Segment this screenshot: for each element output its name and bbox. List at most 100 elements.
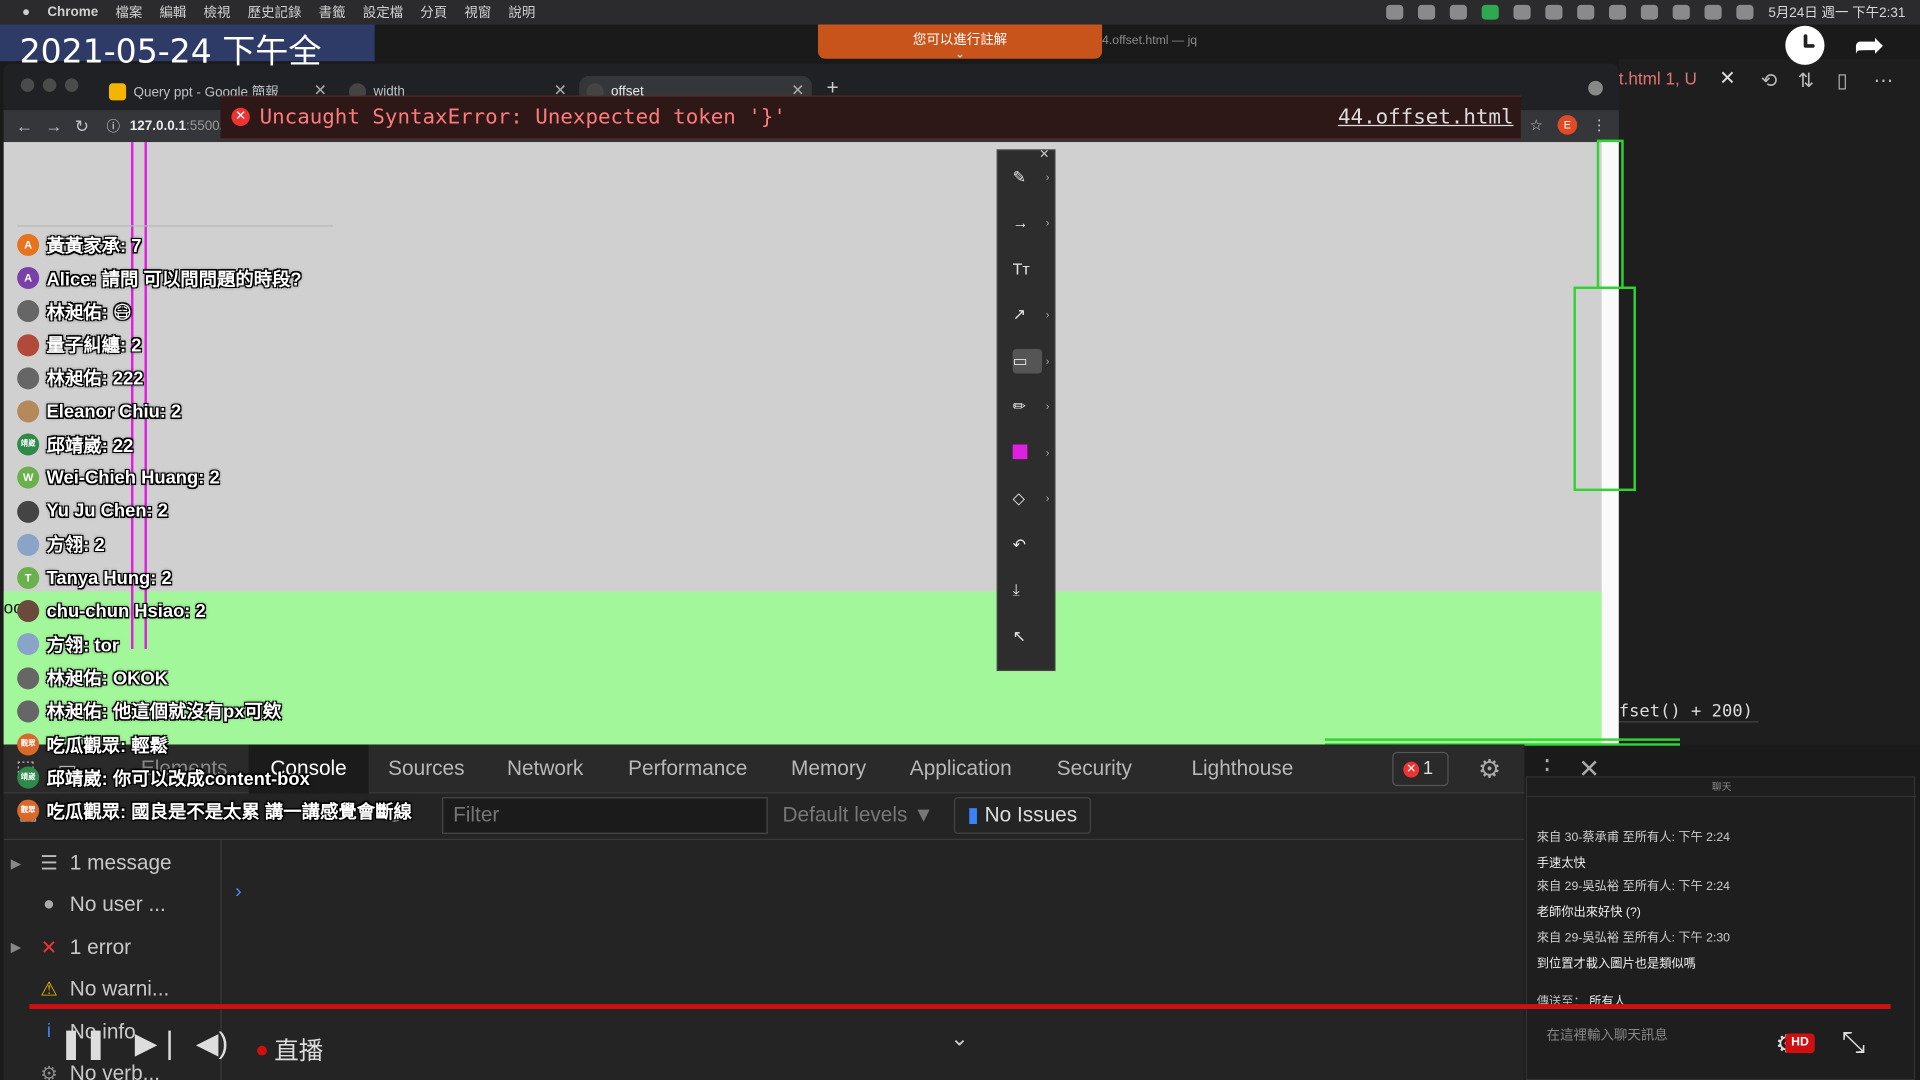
- tab-lighthouse[interactable]: Lighthouse: [1191, 757, 1293, 781]
- tab-memory[interactable]: Memory: [791, 757, 866, 781]
- chat-overlay-item: 方翎: tor: [17, 630, 119, 659]
- wifi-icon[interactable]: [1672, 4, 1690, 20]
- input-method-icon[interactable]: [1577, 4, 1595, 20]
- siri-icon[interactable]: [1736, 4, 1754, 20]
- menu-history[interactable]: 歷史記錄: [248, 2, 302, 22]
- play-icon[interactable]: [1545, 4, 1563, 20]
- menu-file[interactable]: 檔案: [115, 2, 142, 22]
- arrow-tool-icon[interactable]: → ›: [1013, 211, 1050, 235]
- chat-overlay-item: 林昶佑: 😷: [17, 297, 132, 326]
- filter-input[interactable]: [442, 797, 768, 834]
- battery-icon[interactable]: [1609, 4, 1627, 20]
- chat-message-body: 到位置才載入圖片也是類似嗎: [1536, 957, 1696, 972]
- tab-sources[interactable]: Sources: [388, 757, 464, 781]
- tab-application[interactable]: Application: [910, 757, 1012, 781]
- rectangle-tool-icon[interactable]: ▭ ›: [1012, 348, 1049, 374]
- live-badge[interactable]: 直播: [257, 1031, 323, 1067]
- text-tool-icon[interactable]: Tт: [1013, 257, 1042, 281]
- sync-icon[interactable]: [1386, 4, 1404, 20]
- avatar: 觀眾: [17, 800, 40, 823]
- mac-menubar: ● Chrome 檔案 編輯 檢視 歷史記錄 書籤 設定檔 分頁 視窗 說明 5…: [0, 0, 1920, 25]
- close-icon[interactable]: ✕: [1039, 148, 1049, 161]
- compare-icon[interactable]: ⇅: [1798, 69, 1814, 93]
- close-window-button[interactable]: [20, 78, 35, 92]
- error-message[interactable]: Uncaught SyntaxError: Unexpected token '…: [260, 105, 786, 129]
- gear-icon[interactable]: ⚙: [1478, 754, 1501, 785]
- exit-fullscreen-icon[interactable]: ⤡: [1842, 1026, 1866, 1060]
- color-picker-icon[interactable]: ›: [1012, 441, 1049, 465]
- code-line[interactable]: fset() + 200): [1618, 702, 1759, 723]
- error-source-link[interactable]: 44.offset.html: [1338, 105, 1513, 129]
- pencil-tool-icon[interactable]: ✏ ›: [1013, 394, 1050, 418]
- menu-bookmarks[interactable]: 書籤: [319, 2, 346, 22]
- chat-overlay-item: Eleanor Chiu: 2: [17, 397, 181, 426]
- annotation-notice[interactable]: 您可以進行註解 ⌄: [817, 24, 1103, 59]
- sidebar-item[interactable]: ▶ ☰ 1 message: [4, 842, 222, 884]
- eraser-tool-icon[interactable]: ◇ ›: [1013, 486, 1050, 510]
- zoom-window-button[interactable]: [64, 78, 79, 92]
- live-label: 直播: [274, 1038, 324, 1066]
- vscode-tab-label[interactable]: t.html 1, U: [1619, 69, 1697, 89]
- search-icon[interactable]: [1640, 4, 1659, 20]
- line-icon[interactable]: [1481, 4, 1499, 20]
- menu-profiles[interactable]: 設定檔: [363, 2, 403, 22]
- menu-kebab-icon[interactable]: ⋮: [1592, 116, 1607, 133]
- share-icon[interactable]: ➦: [1854, 24, 1885, 67]
- cloud-icon[interactable]: [1418, 4, 1436, 20]
- line-arrow-tool-icon[interactable]: ↗ ›: [1013, 302, 1050, 326]
- menu-chrome[interactable]: Chrome: [47, 5, 98, 20]
- menu-tab[interactable]: 分頁: [420, 2, 447, 22]
- tab-network[interactable]: Network: [507, 757, 583, 781]
- back-icon[interactable]: ←: [16, 116, 33, 136]
- reload-icon[interactable]: ↻: [75, 116, 92, 137]
- menubar-clock[interactable]: 5月24日 週一 下午2:31: [1768, 2, 1905, 22]
- forward-icon[interactable]: →: [45, 116, 62, 136]
- pen-tool-icon[interactable]: ✎ ›: [1013, 165, 1050, 189]
- error-count-badge[interactable]: ✕ 1: [1392, 751, 1449, 787]
- split-editor-icon[interactable]: ▯: [1837, 69, 1848, 93]
- watch-later-icon[interactable]: [1785, 25, 1825, 65]
- tab-performance[interactable]: Performance: [628, 757, 747, 781]
- save-icon[interactable]: ⤓: [1013, 578, 1042, 602]
- next-icon[interactable]: ▶❘: [135, 1026, 182, 1062]
- menu-help[interactable]: 說明: [508, 2, 535, 22]
- avatar: [17, 333, 40, 356]
- undo-icon[interactable]: ↶: [1013, 533, 1042, 557]
- chevron-down-icon[interactable]: ⌄: [950, 1026, 968, 1052]
- page-viewport[interactable]: oo: [3, 142, 1606, 745]
- chevron-down-icon[interactable]: ⌄: [818, 48, 1102, 59]
- compass-icon[interactable]: [1449, 4, 1468, 20]
- profile-avatar[interactable]: E: [1557, 115, 1578, 135]
- tab-search-icon[interactable]: [1588, 80, 1603, 96]
- video-progress-bar[interactable]: [29, 1004, 1891, 1009]
- sidebar-item[interactable]: ▶ ✕ 1 error: [4, 927, 222, 969]
- menu-view[interactable]: 檢視: [204, 2, 231, 22]
- pause-icon[interactable]: ❚❚: [59, 1026, 108, 1062]
- volume-icon[interactable]: [1513, 4, 1531, 20]
- error-icon: ✕: [231, 107, 250, 127]
- avatar: 靖崴: [17, 766, 40, 789]
- issues-button[interactable]: ▮ No Issues: [953, 797, 1091, 834]
- minimize-window-button[interactable]: [42, 78, 57, 92]
- chat-message-body: 老師你出來好快 (?): [1536, 906, 1641, 920]
- expand-arrow-icon[interactable]: ▶: [4, 855, 28, 872]
- issues-label: No Issues: [984, 803, 1078, 827]
- bookmark-star-icon[interactable]: ☆: [1530, 116, 1543, 133]
- sidebar-item[interactable]: ● No user ...: [4, 885, 222, 927]
- console-error-row[interactable]: ✕ Uncaught SyntaxError: Unexpected token…: [220, 95, 1521, 140]
- log-levels-dropdown[interactable]: Default levels ▼: [782, 803, 933, 827]
- console-prompt-icon[interactable]: ›: [235, 882, 242, 904]
- menu-window[interactable]: 視窗: [464, 2, 491, 22]
- expand-arrow-icon[interactable]: ▶: [4, 940, 28, 956]
- vscode-window-title: 4.offset.html — jq: [1102, 34, 1198, 48]
- more-icon[interactable]: ⋯: [1873, 69, 1893, 93]
- control-center-icon[interactable]: [1704, 4, 1722, 20]
- history-icon[interactable]: ⟲: [1761, 69, 1777, 93]
- close-icon[interactable]: ✕: [1719, 66, 1735, 90]
- menu-edit[interactable]: 編輯: [159, 2, 186, 22]
- pointer-icon[interactable]: ↖: [1013, 624, 1042, 648]
- apple-icon[interactable]: ●: [22, 5, 30, 20]
- info-icon[interactable]: ⓘ: [107, 116, 120, 136]
- tab-security[interactable]: Security: [1057, 757, 1132, 781]
- volume-icon[interactable]: ◀): [196, 1026, 228, 1062]
